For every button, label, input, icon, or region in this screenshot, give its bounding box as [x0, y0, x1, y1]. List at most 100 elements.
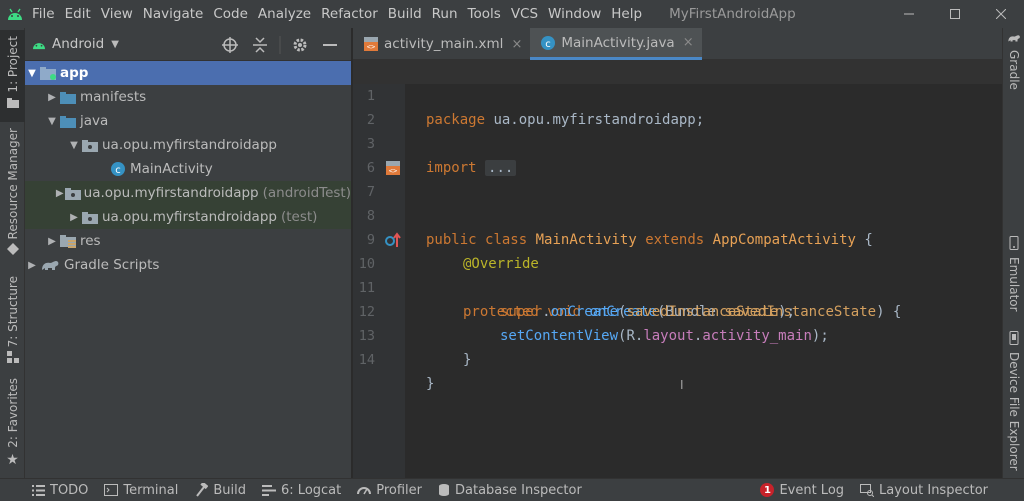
close-icon[interactable]: × [511, 37, 522, 52]
tree-item-package[interactable]: ▼ ua.opu.myfirstandroidapp [25, 133, 351, 157]
menu-refactor[interactable]: Refactor [316, 0, 383, 28]
tree-item-suffix: (androidTest) [262, 185, 351, 201]
menu-analyze[interactable]: Analyze [253, 0, 316, 28]
svg-text:<>: <> [367, 43, 375, 51]
close-icon[interactable]: × [683, 35, 694, 50]
event-log-button[interactable]: 1 Event Log [752, 479, 852, 501]
tool-tab-gradle[interactable]: Gradle [1003, 32, 1024, 102]
tree-item-label: app [60, 65, 89, 81]
logcat-label: 6: Logcat [281, 482, 342, 498]
locate-icon[interactable] [215, 28, 245, 61]
module-folder-icon [39, 65, 57, 81]
panel-tools [215, 28, 345, 61]
expand-arrow-icon[interactable]: ▶ [67, 212, 81, 223]
list-icon [32, 484, 45, 496]
tool-tab-emulator[interactable]: Emulator [1003, 236, 1024, 326]
expand-arrow-icon[interactable]: ▶ [45, 236, 59, 247]
menu-view[interactable]: View [96, 0, 138, 28]
res-folder-icon [59, 233, 77, 249]
tool-tab-structure[interactable]: 7: Structure [0, 276, 25, 366]
todo-button[interactable]: TODO [24, 479, 96, 501]
code-area[interactable]: 1 package ua.opu.myfirstandroidapp; 2 3 … [353, 60, 1002, 478]
tree-item-package-test[interactable]: ▶ ua.opu.myfirstandroidapp (test) [25, 205, 351, 229]
view-selector-label: Android [52, 36, 105, 52]
code-line: 2 [353, 84, 1002, 128]
terminal-label: Terminal [123, 482, 179, 498]
expand-arrow-icon[interactable]: ▶ [25, 260, 39, 271]
layout-inspector-icon [860, 483, 875, 497]
chevron-down-icon: ▼ [111, 38, 119, 50]
menu-vcs[interactable]: VCS [506, 0, 543, 28]
view-selector[interactable]: Android ▼ [31, 36, 119, 52]
expand-arrow-icon[interactable]: ▼ [45, 116, 59, 127]
menu-run[interactable]: Run [427, 0, 463, 28]
menu-file[interactable]: File [27, 0, 60, 28]
class-icon: c [540, 35, 556, 51]
override-icon[interactable] [385, 232, 401, 248]
build-button[interactable]: Build [186, 479, 254, 501]
logcat-icon [262, 484, 277, 496]
tree-item-label: MainActivity [130, 161, 213, 177]
maximize-icon[interactable] [932, 0, 978, 28]
expand-arrow-icon[interactable]: ▼ [25, 68, 39, 79]
tab-label: MainActivity.java [561, 34, 675, 51]
tab-main-activity-java[interactable]: c MainActivity.java × [530, 28, 702, 60]
logcat-button[interactable]: 6: Logcat [254, 479, 349, 501]
menu-help[interactable]: Help [606, 0, 647, 28]
database-inspector-button[interactable]: Database Inspector [430, 479, 590, 501]
text-cursor-icon: I [680, 378, 684, 392]
expand-arrow-icon[interactable]: ▶ [45, 92, 59, 103]
editor: <> activity_main.xml × c MainActivity.ja… [353, 28, 1002, 478]
structure-icon [6, 351, 19, 367]
tool-tab-resource-manager[interactable]: Resource Manager [0, 128, 25, 288]
hide-panel-icon[interactable] [315, 28, 345, 61]
tree-item-res[interactable]: ▶ res [25, 229, 351, 253]
code-line: 1 package ua.opu.myfirstandroidapp; [353, 60, 1002, 128]
class-icon: c [109, 161, 127, 177]
todo-label: TODO [50, 482, 89, 498]
tree-item-gradle-scripts[interactable]: ▶ Gradle Scripts [25, 253, 351, 277]
profiler-button[interactable]: Profiler [349, 479, 430, 501]
editor-tabbar: <> activity_main.xml × c MainActivity.ja… [353, 28, 1002, 60]
tool-tab-favorites[interactable]: 2: Favorites ★ [0, 378, 25, 470]
gear-icon[interactable] [285, 28, 315, 61]
tree-item-label: Gradle Scripts [64, 257, 160, 273]
package-icon [81, 209, 99, 225]
tree-item-java[interactable]: ▼ java [25, 109, 351, 133]
menu-navigate[interactable]: Navigate [138, 0, 209, 28]
tab-label: activity_main.xml [384, 36, 504, 52]
window-title: MyFirstAndroidApp [669, 6, 796, 22]
code-line: 10 protected void onCreate(Bundle savedI… [353, 228, 1002, 320]
tool-tab-device-file-explorer[interactable]: Device File Explorer [1003, 331, 1024, 476]
expand-arrow-icon[interactable]: ▶ [55, 188, 65, 199]
tree-item-manifests[interactable]: ▶ manifests [25, 85, 351, 109]
menu-edit[interactable]: Edit [60, 0, 96, 28]
code-line: 11 super.onCreate(savedInstanceState); [353, 252, 1002, 320]
menu-tools[interactable]: Tools [463, 0, 506, 28]
terminal-button[interactable]: Terminal [96, 479, 186, 501]
svg-text:<>: <> [389, 167, 397, 175]
menu-window[interactable]: Window [543, 0, 606, 28]
activity-layout-icon[interactable]: <> [385, 160, 401, 176]
menu-bar: File Edit View Navigate Code Analyze Ref… [0, 0, 1024, 28]
layout-inspector-button[interactable]: Layout Inspector [852, 479, 996, 501]
tree-item-package-android-test[interactable]: ▶ ua.opu.myfirstandroidapp (androidTest) [25, 181, 351, 205]
star-icon: ★ [6, 451, 19, 468]
close-icon[interactable] [978, 0, 1024, 28]
event-log-label: Event Log [779, 482, 845, 498]
expand-arrow-icon[interactable]: ▼ [67, 140, 81, 151]
tab-activity-main-xml[interactable]: <> activity_main.xml × [353, 28, 530, 60]
terminal-icon [104, 484, 119, 496]
menu-code[interactable]: Code [208, 0, 253, 28]
menu-build[interactable]: Build [383, 0, 427, 28]
tree-item-main-activity[interactable]: c MainActivity [25, 157, 351, 181]
tool-tab-structure-label: 7: Structure [5, 276, 20, 348]
collapse-all-icon[interactable] [245, 28, 275, 61]
tool-tab-project[interactable]: 1: Project [0, 30, 25, 122]
code-line: 7 <> public class MainActivity extends A… [353, 156, 1002, 248]
hammer-icon [194, 483, 209, 497]
code-line: 6 [353, 132, 1002, 176]
code-text: } [426, 376, 435, 392]
minimize-icon[interactable] [886, 0, 932, 28]
tree-item-app[interactable]: ▼ app [25, 61, 351, 85]
